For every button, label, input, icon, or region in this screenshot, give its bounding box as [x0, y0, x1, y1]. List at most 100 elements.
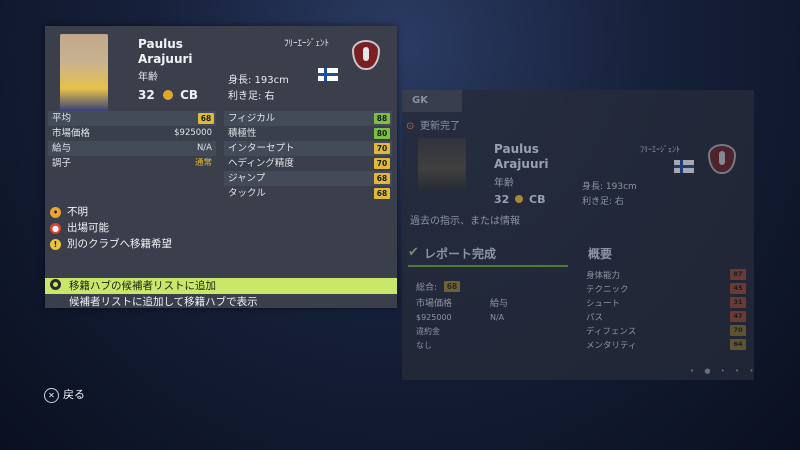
bg-contract-value: なし: [416, 341, 432, 350]
attribute-value: 68: [374, 173, 390, 184]
bg-position-value: CB: [529, 193, 546, 206]
age-value: 32: [138, 88, 155, 102]
bg-age-value: 32: [494, 193, 510, 206]
bg-summary-label: パス: [586, 313, 604, 323]
attribute-list: フィジカル 88 積極性 80 インターセプト 70 ヘディング精度 70 ジャ…: [224, 111, 392, 201]
bg-summary-value: 70: [730, 325, 746, 336]
bg-report-check-icon: ✔: [408, 245, 419, 260]
bg-club-name: ﾌﾘｰｴｰｼﾞｪﾝﾄ: [640, 145, 680, 154]
position-icon: [162, 90, 173, 100]
bg-market-value: $925000: [416, 313, 452, 322]
attribute-row: 積極性 80: [224, 126, 392, 141]
bg-foot: 利き足: 右: [582, 197, 624, 207]
back-label: 戻る: [63, 388, 85, 401]
info-row: 給与 N/A: [48, 141, 216, 156]
age-label: 年齢: [138, 72, 158, 83]
info-label: 調子: [52, 158, 72, 169]
bg-salary-value: N/A: [490, 313, 505, 322]
update-icon: ⊙: [406, 121, 415, 132]
bg-report-title: レポート完成: [424, 247, 497, 261]
bg-note: 過去の指示、または情報: [410, 216, 520, 227]
bg-summary-row: シュート 31: [582, 296, 750, 310]
add-and-view-button[interactable]: 候補者リストに追加して移籍ハブで表示: [45, 294, 397, 310]
info-value: $925000: [174, 128, 212, 138]
attribute-row: ジャンプ 68: [224, 171, 392, 186]
bg-age-position: 32 CB: [494, 193, 545, 206]
update-status: 更新完了: [420, 121, 460, 132]
status-row: ● 出場可能: [50, 220, 172, 236]
attribute-row: インターセプト 70: [224, 141, 392, 156]
bg-summary-label: ディフェンス: [586, 327, 637, 337]
bg-summary-label: 身体能力: [586, 271, 621, 281]
info-list: 平均 68 市場価格 $925000 給与 N/A 調子 通常: [48, 111, 216, 171]
bg-summary-value: 45: [730, 283, 746, 294]
cross-button-icon: ✕: [44, 387, 59, 403]
attribute-label: 積極性: [228, 128, 257, 139]
unknown-face-icon: •: [50, 206, 61, 218]
attribute-row: フィジカル 88: [224, 111, 392, 126]
tab-gk[interactable]: GK: [402, 90, 462, 112]
bg-summary-row: パス 47: [582, 310, 750, 324]
attribute-row: タックル 68: [224, 186, 392, 201]
back-button[interactable]: ✕ 戻る: [44, 386, 85, 403]
attribute-value: 88: [374, 113, 390, 124]
bg-summary-row: 身体能力 87: [582, 268, 750, 282]
player-photo: [60, 34, 108, 112]
bg-report-underline: [408, 265, 568, 267]
attribute-label: ヘディング精度: [228, 158, 294, 169]
attribute-label: ジャンプ: [228, 173, 266, 184]
info-value: 通常: [194, 158, 212, 168]
add-to-shortlist-label: 移籍ハブの候補者リストに追加: [69, 280, 216, 292]
bg-summary-row: テクニック 45: [582, 282, 750, 296]
attribute-label: フィジカル: [228, 113, 276, 124]
bg-salary-label: 給与: [490, 299, 509, 309]
nationality-flag-icon: [318, 68, 338, 81]
bg-market-label: 市場価格: [416, 299, 453, 309]
player-first-name: Paulus: [138, 37, 183, 51]
preferred-foot: 利き足: 右: [228, 91, 275, 102]
bg-position-icon: [515, 195, 524, 203]
bg-contract-label: 違約金: [416, 327, 440, 336]
info-row: 市場価格 $925000: [48, 126, 216, 141]
bg-summary-value: 47: [730, 311, 746, 322]
status-list: • 不明 ● 出場可能 ! 別のクラブへ移籍希望: [50, 204, 172, 252]
status-row: • 不明: [50, 204, 172, 220]
add-to-shortlist-button[interactable]: 移籍ハブの候補者リストに追加: [45, 278, 397, 294]
info-value: N/A: [196, 143, 212, 153]
bg-summary-label: シュート: [586, 299, 621, 309]
status-row: ! 別のクラブへ移籍希望: [50, 236, 172, 252]
bg-summary-title: 概要: [588, 247, 613, 261]
age-position: 32 CB: [138, 88, 198, 102]
attribute-value: 80: [374, 128, 390, 139]
bg-page-dots: • ● • • •: [690, 367, 758, 375]
warning-icon: !: [50, 238, 61, 250]
attribute-value: 70: [374, 143, 390, 154]
info-row: 調子 通常: [48, 156, 216, 171]
info-label: 給与: [52, 143, 72, 154]
attribute-value: 68: [374, 188, 390, 199]
available-icon: ●: [50, 222, 61, 234]
status-label: 不明: [67, 206, 88, 218]
attribute-label: インターセプト: [228, 143, 295, 154]
bg-overall-label: 総合:: [416, 283, 438, 293]
bg-summary-value: 87: [730, 269, 746, 280]
status-label: 別のクラブへ移籍希望: [67, 238, 172, 250]
bg-summary-label: メンタリティ: [586, 341, 637, 351]
attribute-label: タックル: [228, 188, 266, 199]
bg-summary-value: 31: [730, 297, 746, 308]
bg-summary-row: ディフェンス 70: [582, 324, 750, 338]
selected-radio-icon: [50, 279, 61, 290]
bg-summary-value: 64: [730, 339, 746, 350]
bg-player-first-name: Paulus: [494, 142, 539, 156]
bg-summary-list: 身体能力 87 テクニック 45 シュート 31 パス 47 ディフェンス 70 メンタリ…: [582, 268, 750, 352]
info-value: 68: [198, 113, 214, 124]
bg-overall-value: 68: [444, 281, 460, 292]
bg-player-last-name: Arajuuri: [494, 157, 549, 171]
info-label: 市場価格: [52, 128, 91, 139]
info-row: 平均 68: [48, 111, 216, 126]
bg-height: 身長: 193cm: [582, 182, 637, 192]
bg-age-label: 年齢: [494, 178, 514, 189]
attribute-row: ヘディング精度 70: [224, 156, 392, 171]
height: 身長: 193cm: [228, 75, 289, 86]
info-label: 平均: [52, 113, 72, 124]
